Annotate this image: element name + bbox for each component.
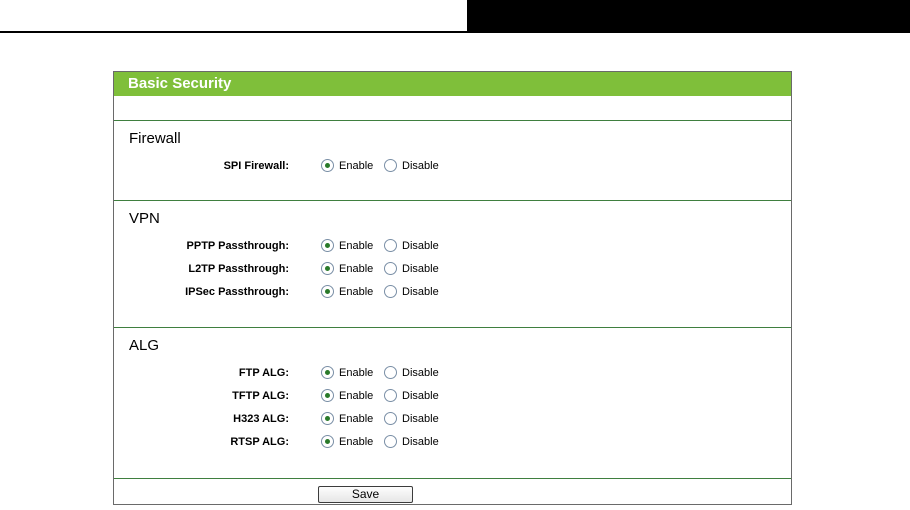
disable-radio[interactable] xyxy=(384,412,397,425)
row-spi-firewall: SPI Firewall: Enable Disable xyxy=(114,157,791,175)
enable-label[interactable]: Enable xyxy=(339,260,373,278)
disable-label[interactable]: Disable xyxy=(402,237,439,255)
disable-label[interactable]: Disable xyxy=(402,260,439,278)
disable-label[interactable]: Disable xyxy=(402,433,439,451)
disable-radio[interactable] xyxy=(384,435,397,448)
row-label: FTP ALG: xyxy=(238,367,289,379)
divider xyxy=(114,478,791,479)
divider xyxy=(114,200,791,201)
divider xyxy=(114,327,791,328)
enable-radio[interactable] xyxy=(321,412,334,425)
row-label: PPTP Passthrough: xyxy=(186,240,289,252)
header-rule xyxy=(0,31,467,33)
row-ftp-alg: FTP ALG: Enable Disable xyxy=(114,364,791,382)
row-tftp-alg: TFTP ALG: Enable Disable xyxy=(114,387,791,405)
section-title-firewall: Firewall xyxy=(129,130,181,147)
section-title-alg: ALG xyxy=(129,337,160,354)
enable-radio[interactable] xyxy=(321,159,334,172)
enable-label[interactable]: Enable xyxy=(339,237,373,255)
enable-label[interactable]: Enable xyxy=(339,387,373,405)
enable-label[interactable]: Enable xyxy=(339,433,373,451)
enable-label[interactable]: Enable xyxy=(339,364,373,382)
disable-label[interactable]: Disable xyxy=(402,387,439,405)
disable-label[interactable]: Disable xyxy=(402,283,439,301)
row-ipsec-passthrough: IPSec Passthrough: Enable Disable xyxy=(114,283,791,301)
enable-label[interactable]: Enable xyxy=(339,410,373,428)
enable-radio[interactable] xyxy=(321,239,334,252)
save-button[interactable]: Save xyxy=(318,486,413,503)
disable-label[interactable]: Disable xyxy=(402,410,439,428)
enable-label[interactable]: Enable xyxy=(339,283,373,301)
divider xyxy=(114,120,791,121)
disable-radio[interactable] xyxy=(384,389,397,402)
row-label: H323 ALG: xyxy=(233,413,289,425)
enable-radio[interactable] xyxy=(321,435,334,448)
disable-radio[interactable] xyxy=(384,262,397,275)
disable-radio[interactable] xyxy=(384,239,397,252)
disable-radio[interactable] xyxy=(384,366,397,379)
enable-radio[interactable] xyxy=(321,366,334,379)
row-rtsp-alg: RTSP ALG: Enable Disable xyxy=(114,433,791,451)
basic-security-panel: Basic Security Firewall SPI Firewall: En… xyxy=(113,71,792,505)
row-h323-alg: H323 ALG: Enable Disable xyxy=(114,410,791,428)
panel-title: Basic Security xyxy=(114,72,791,96)
enable-label[interactable]: Enable xyxy=(339,157,373,175)
section-title-vpn: VPN xyxy=(129,210,160,227)
row-label: IPSec Passthrough: xyxy=(185,286,289,298)
row-label: RTSP ALG: xyxy=(230,436,289,448)
enable-radio[interactable] xyxy=(321,389,334,402)
disable-label[interactable]: Disable xyxy=(402,364,439,382)
disable-radio[interactable] xyxy=(384,159,397,172)
disable-label[interactable]: Disable xyxy=(402,157,439,175)
header-black-bar xyxy=(467,0,910,33)
row-label: TFTP ALG: xyxy=(232,390,289,402)
enable-radio[interactable] xyxy=(321,285,334,298)
row-l2tp-passthrough: L2TP Passthrough: Enable Disable xyxy=(114,260,791,278)
row-pptp-passthrough: PPTP Passthrough: Enable Disable xyxy=(114,237,791,255)
disable-radio[interactable] xyxy=(384,285,397,298)
row-label: SPI Firewall: xyxy=(223,160,289,172)
row-label: L2TP Passthrough: xyxy=(188,263,289,275)
enable-radio[interactable] xyxy=(321,262,334,275)
